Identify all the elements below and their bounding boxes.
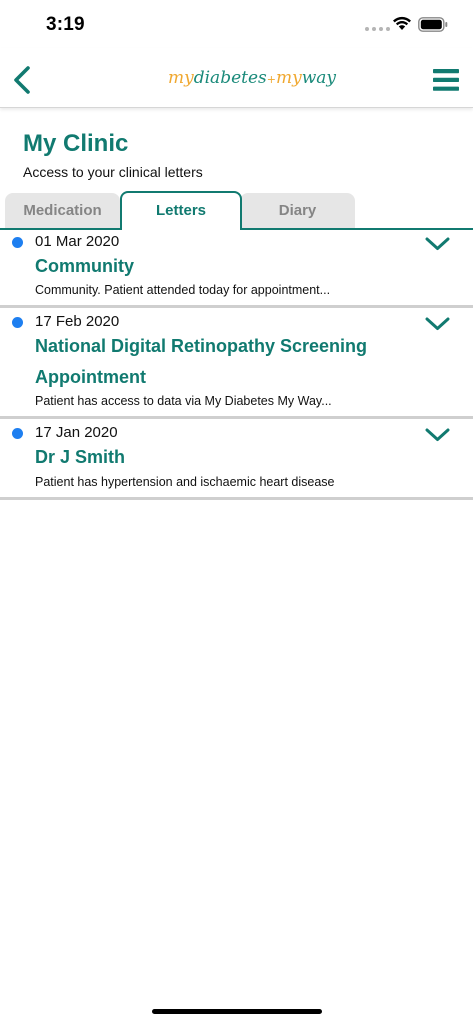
home-indicator[interactable] — [152, 1009, 322, 1014]
status-bar: 3:19 — [0, 0, 473, 48]
tab-medication[interactable]: Medication — [5, 193, 120, 229]
letter-date: 01 Mar 2020 — [35, 233, 120, 250]
app-logo: mydiabetes+myway — [168, 68, 336, 96]
letter-title: National Digital Retinopathy Screening A… — [35, 336, 368, 387]
tab-letters[interactable]: Letters — [120, 191, 242, 230]
letter-snippet: Patient has access to data via My Diabet… — [35, 394, 332, 408]
chevron-down-icon[interactable] — [425, 237, 450, 251]
letters-list: 01 Mar 2020 Community Community. Patient… — [0, 230, 473, 500]
logo-plus: + — [266, 73, 276, 86]
cellular-signal-icon — [365, 27, 390, 31]
navigation-bar: mydiabetes+myway — [0, 48, 473, 108]
status-time: 3:19 — [46, 14, 85, 35]
letter-item[interactable]: 17 Jan 2020 Dr J Smith Patient has hyper… — [0, 419, 473, 500]
tab-diary[interactable]: Diary — [240, 193, 355, 229]
letter-date: 17 Feb 2020 — [35, 313, 120, 330]
page-subtitle: Access to your clinical letters — [23, 164, 203, 180]
logo-way: way — [301, 68, 336, 88]
unread-dot — [12, 237, 23, 248]
chevron-down-icon[interactable] — [425, 428, 450, 442]
letter-item[interactable]: 01 Mar 2020 Community Community. Patient… — [0, 230, 473, 308]
hamburger-menu-icon[interactable] — [433, 68, 459, 92]
letter-snippet: Patient has hypertension and ischaemic h… — [35, 475, 335, 489]
letter-title: Community — [35, 256, 134, 276]
tab-bar: Medication Diary Letters — [0, 191, 473, 230]
letter-date: 17 Jan 2020 — [35, 424, 118, 441]
unread-dot — [12, 317, 23, 328]
battery-icon — [418, 17, 448, 32]
unread-dot — [12, 428, 23, 439]
chevron-down-icon[interactable] — [425, 317, 450, 331]
page-title: My Clinic — [23, 130, 129, 157]
chevron-left-icon[interactable] — [10, 64, 36, 96]
letter-item[interactable]: 17 Feb 2020 National Digital Retinopathy… — [0, 308, 473, 419]
letter-snippet: Community. Patient attended today for ap… — [35, 283, 331, 297]
logo-my: my — [168, 68, 194, 88]
logo-diabetes: diabetes — [193, 68, 267, 88]
wifi-icon — [393, 16, 411, 30]
letter-title: Dr J Smith — [35, 447, 126, 467]
logo-my-2: my — [275, 68, 302, 88]
